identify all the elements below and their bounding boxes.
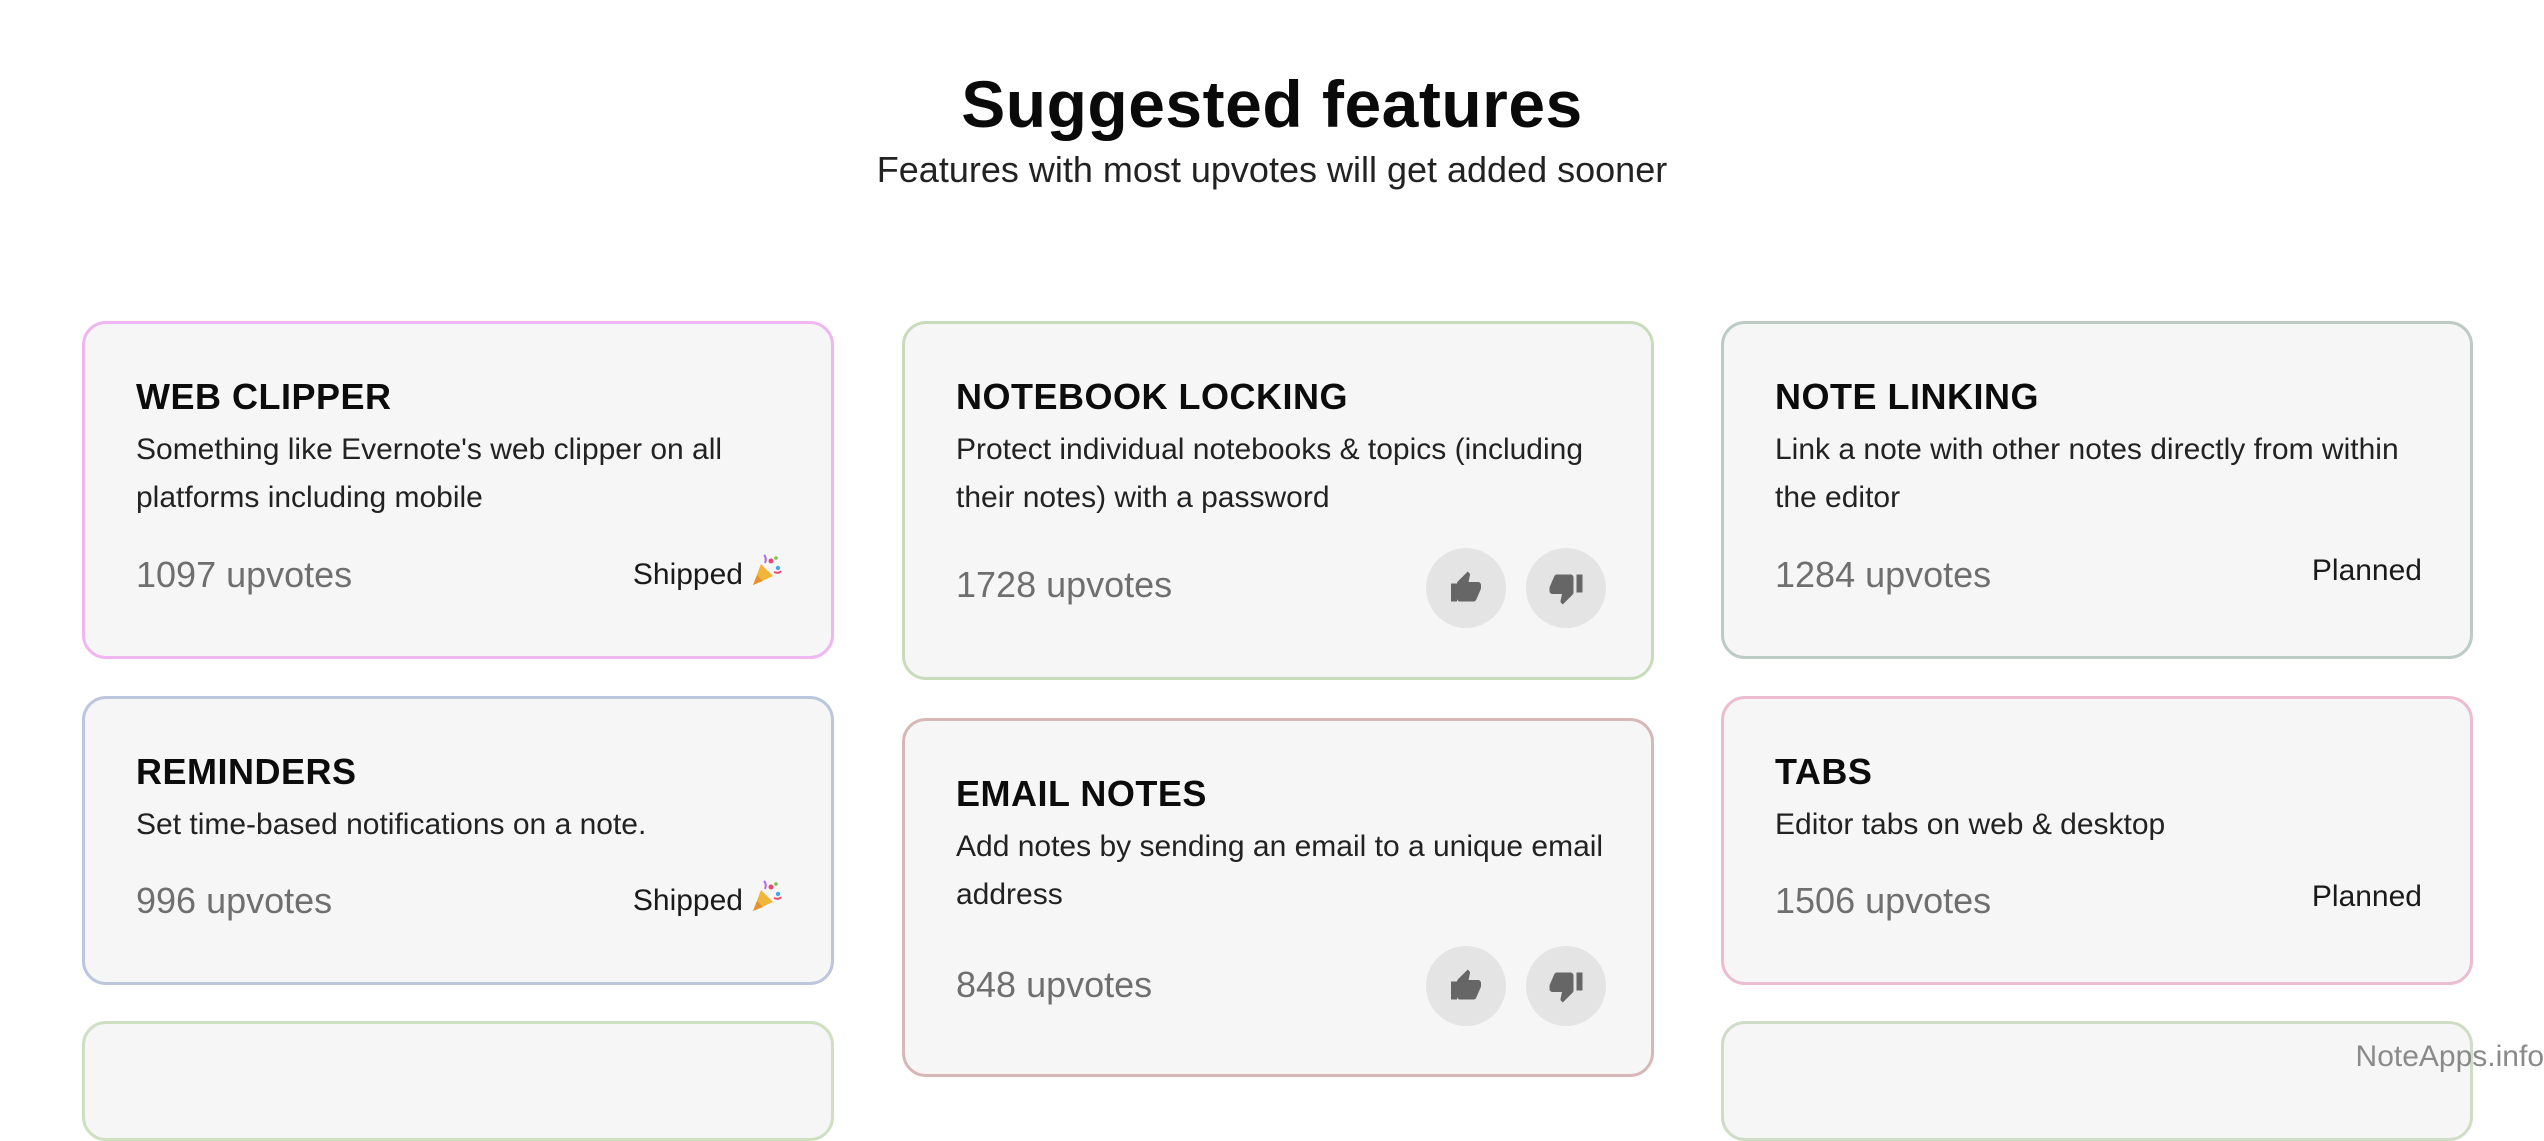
- party-popper-icon: [749, 880, 783, 922]
- upvote-count: 1728 upvotes: [956, 564, 1173, 605]
- thumbs-up-icon: [1451, 571, 1481, 602]
- page-header: Suggested features Features with most up…: [0, 64, 2544, 192]
- downvote-button[interactable]: [1526, 946, 1606, 1026]
- feature-description: Add notes by sending an email to a uniqu…: [956, 830, 1604, 911]
- feature-card-web-clipper: WEB CLIPPER Something like Evernote's we…: [82, 321, 834, 659]
- upvote-button[interactable]: [1426, 946, 1506, 1026]
- feature-title: NOTEBOOK LOCKING: [956, 376, 1348, 417]
- feature-card-note-linking: NOTE LINKING Link a note with other note…: [1721, 321, 2473, 659]
- feature-card-reminders: REMINDERS Set time-based notifications o…: [82, 696, 834, 985]
- thumbs-up-icon: [1451, 969, 1481, 1000]
- watermark: NoteApps.info: [2355, 1040, 2544, 1073]
- feature-title: EMAIL NOTES: [956, 773, 1207, 814]
- status-label: Shipped: [632, 884, 743, 917]
- status-badge: Planned: [2312, 554, 2422, 588]
- status-badge: Planned: [2312, 880, 2422, 914]
- thumbs-down-icon: [1549, 972, 1583, 1003]
- page-title: Suggested features: [961, 67, 1583, 141]
- feature-description: Protect individual notebooks & topics (i…: [956, 433, 1584, 514]
- feature-card-tabs: TABS Editor tabs on web & desktop 1506 u…: [1721, 696, 2473, 985]
- status-badge: Shipped: [633, 880, 783, 922]
- downvote-button[interactable]: [1526, 548, 1606, 628]
- feature-title: REMINDERS: [136, 751, 357, 792]
- upvote-count: 848 upvotes: [956, 964, 1153, 1005]
- thumbs-down-icon: [1549, 574, 1583, 605]
- upvote-count: 1097 upvotes: [136, 554, 353, 595]
- upvote-count: 1506 upvotes: [1775, 880, 1992, 921]
- page-subtitle: Features with most upvotes will get adde…: [876, 149, 1668, 190]
- party-popper-icon: [749, 554, 783, 596]
- status-label: Planned: [2311, 554, 2422, 587]
- upvote-count: 1284 upvotes: [1775, 554, 1992, 595]
- feature-card-notebook-locking: NOTEBOOK LOCKING Protect individual note…: [902, 321, 1654, 680]
- feature-description: Editor tabs on web & desktop: [1775, 808, 2166, 841]
- feature-description: Set time-based notifications on a note.: [136, 808, 647, 841]
- upvote-button[interactable]: [1426, 548, 1506, 628]
- feature-description: Link a note with other notes directly fr…: [1775, 433, 2399, 514]
- status-label: Planned: [2311, 880, 2422, 913]
- status-badge: Shipped: [633, 554, 783, 596]
- status-label: Shipped: [632, 558, 743, 591]
- feature-description: Something like Evernote's web clipper on…: [136, 433, 723, 514]
- feature-card-partial: [82, 1021, 834, 1141]
- feature-title: WEB CLIPPER: [136, 376, 392, 417]
- feature-card-partial: [1721, 1021, 2473, 1141]
- feature-card-email-notes: EMAIL NOTES Add notes by sending an emai…: [902, 718, 1654, 1077]
- feature-title: NOTE LINKING: [1775, 376, 2039, 417]
- feature-title: TABS: [1775, 751, 1873, 792]
- upvote-count: 996 upvotes: [136, 880, 333, 921]
